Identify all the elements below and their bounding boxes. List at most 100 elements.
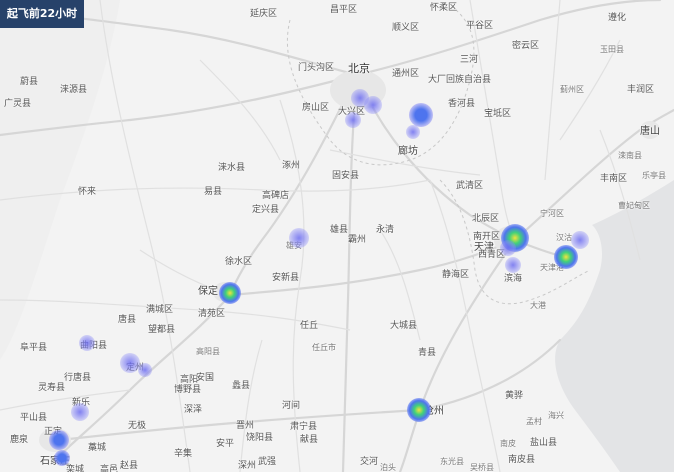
map-label-guangling: 广灵县 (4, 99, 32, 109)
title-badge: 起飞前22小时 (0, 0, 84, 28)
map-label-gu-an: 固安县 (332, 171, 360, 181)
map-label-zunhua: 遵化 (608, 13, 627, 23)
map-label-dacheng: 大城县 (390, 321, 418, 331)
map-label-xianxian: 献县 (300, 435, 319, 445)
map-label-pinggu: 平谷区 (466, 21, 494, 31)
map-label-luquan: 鹿泉 (10, 435, 29, 445)
map-label-jizhou: 蓟州区 (560, 85, 584, 94)
map-label-dagang: 大港 (530, 301, 546, 310)
map-label-miyun: 密云区 (512, 41, 540, 51)
map-label-caofeidian: 曹妃甸区 (618, 201, 650, 210)
heat-spot (219, 282, 241, 304)
map-label-gaoyi: 高邑 (100, 465, 119, 472)
heat-spot (554, 245, 578, 269)
map-label-yixian: 易县 (204, 187, 223, 197)
map-label-huairou: 怀柔区 (430, 3, 458, 13)
map-label-zhaoxian: 赵县 (120, 461, 139, 471)
map-label-gaocheng: 藁城 (88, 443, 107, 453)
map-label-wei-xian: 蔚县 (20, 77, 39, 87)
map-label-nanpi: 南皮县 (508, 455, 536, 465)
map-label-langfang: 廊坊 (398, 146, 418, 157)
map-label-wuqiang: 武强 (258, 457, 277, 467)
heat-spot (120, 353, 140, 373)
map-label-sanhe: 三河 (460, 55, 479, 65)
heatmap-map[interactable]: 起飞前22小时 北京天津保定廊坊沧州唐山石家庄通州区大兴区房山区门头沟区昌平区顺… (0, 0, 674, 472)
heat-spot (345, 112, 361, 128)
heat-spot (406, 125, 420, 139)
map-label-xingtang: 行唐县 (64, 373, 92, 383)
map-label-fangshan: 房山区 (302, 103, 330, 113)
map-label-tongzhou: 通州区 (392, 69, 420, 79)
map-label-botou: 泊头 (380, 463, 396, 472)
map-label-tangxian: 唐县 (118, 315, 137, 325)
map-label-yongqing: 永清 (376, 225, 395, 235)
map-label-shenze: 深泽 (184, 405, 203, 415)
map-label-xianghe: 香河县 (448, 99, 476, 109)
map-label-yanqing: 延庆区 (250, 9, 278, 19)
map-label-bazhou: 霸州 (348, 235, 367, 245)
map-label-shunyi: 顺义区 (392, 23, 420, 33)
map-label-xiongxian: 雄县 (330, 225, 349, 235)
map-label-raoyang: 饶阳县 (246, 433, 274, 443)
map-label-huailai: 怀来 (78, 187, 97, 197)
map-label-jiaohe: 交河 (360, 457, 379, 467)
map-label-yanshan: 盐山县 (530, 438, 558, 448)
map-label-jinghai: 静海区 (442, 270, 470, 280)
map-label-renqiu2: 任丘市 (312, 343, 336, 352)
map-label-gaobeidian: 高碑店 (262, 191, 290, 201)
map-label-huanghua: 黄骅 (505, 391, 524, 401)
map-label-laiyuan: 涞源县 (60, 85, 88, 95)
map-label-lixian: 蠡县 (232, 381, 251, 391)
map-label-fengnan: 丰南区 (600, 174, 628, 184)
map-label-dongguang: 东光县 (440, 457, 464, 466)
map-label-baoding: 保定 (198, 286, 218, 297)
map-label-wangdu: 望都县 (148, 325, 176, 335)
map-label-suning: 肃宁县 (290, 422, 318, 432)
bohai-sea (555, 180, 674, 472)
map-label-yutian: 玉田县 (600, 45, 624, 54)
map-label-fengrun: 丰润区 (627, 85, 655, 95)
heat-spot (505, 257, 521, 273)
map-label-ninghe: 宁河区 (540, 209, 564, 218)
map-label-changping: 昌平区 (330, 5, 358, 15)
map-label-qingyuan: 清苑区 (198, 309, 226, 319)
heat-spot (289, 228, 309, 248)
map-label-xinji: 辛集 (174, 449, 193, 459)
map-label-luannan: 滦南县 (618, 151, 642, 160)
map-label-anping: 安平 (216, 439, 235, 449)
heat-spot (364, 96, 382, 114)
map-label-nanpi2: 南皮 (500, 439, 516, 448)
map-label-mentougou: 门头沟区 (298, 63, 335, 73)
map-label-fuping: 阜平县 (20, 343, 48, 353)
map-label-hejian: 河间 (282, 401, 301, 411)
map-label-zhuozhou: 涿州 (282, 161, 301, 171)
map-label-tangshan: 唐山 (640, 126, 660, 137)
map-label-mancheng: 满城区 (146, 305, 174, 315)
heat-spot (138, 363, 152, 377)
map-label-wuqiao: 吴桥县 (470, 463, 494, 472)
map-label-nankai: 南开区 (473, 232, 501, 242)
map-label-xushui: 徐水区 (225, 257, 253, 267)
map-label-qingxian: 青县 (418, 348, 437, 358)
map-label-boye: 博野县 (174, 385, 202, 395)
heat-spot (79, 335, 95, 351)
map-label-beichen: 北辰区 (472, 214, 500, 224)
heat-spot (71, 403, 89, 421)
map-label-gaoyang2: 高阳县 (196, 347, 220, 356)
heat-spot (409, 103, 433, 127)
map-label-shenzhou: 深州 (238, 461, 257, 471)
map-label-haixing2: 海兴 (548, 411, 564, 420)
map-label-anxin: 安新县 (272, 273, 300, 283)
map-label-laishui: 涞水县 (218, 163, 246, 173)
map-label-renqiu: 任丘 (300, 321, 319, 331)
map-label-baodi: 宝坻区 (484, 109, 512, 119)
map-label-lingshou: 灵寿县 (38, 383, 66, 393)
heat-spot (571, 231, 589, 249)
map-label-dingxing: 定兴县 (252, 205, 280, 215)
heat-spot (49, 430, 69, 450)
heat-spot (407, 398, 431, 422)
map-label-beijing: 北京 (348, 62, 370, 75)
heat-spot (54, 450, 70, 466)
map-label-hangu: 汉沽 (556, 233, 572, 242)
map-label-wuqing: 武清区 (456, 181, 484, 191)
